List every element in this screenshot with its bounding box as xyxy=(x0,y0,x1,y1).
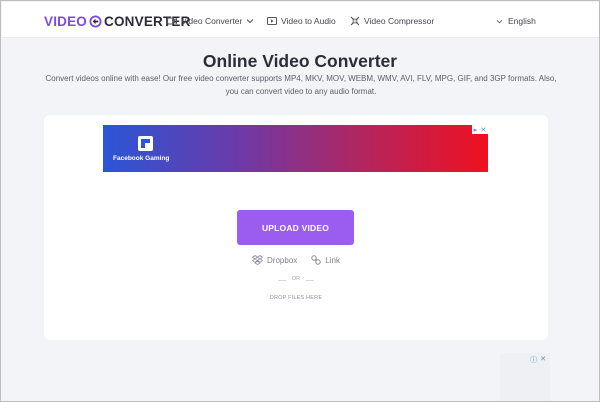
upload-card: Facebook Gaming ▸ ✕ UPLOAD VIDEO Dropbox xyxy=(44,115,548,340)
nav-video-converter[interactable]: Video Converter xyxy=(167,16,258,26)
ad-brand-text: Facebook Gaming xyxy=(113,155,170,162)
or-separator: OR xyxy=(44,276,548,282)
link-source[interactable]: Link xyxy=(311,255,340,265)
nav-video-converter-label: Video Converter xyxy=(181,16,243,26)
page-title: Online Video Converter xyxy=(202,51,398,71)
dropbox-icon xyxy=(252,255,264,265)
link-icon xyxy=(311,255,321,265)
nav-video-to-audio-label: Video to Audio xyxy=(281,16,336,26)
ad-info-icon[interactable]: ⓘ xyxy=(530,355,537,365)
ad-close-icon[interactable]: ✕ xyxy=(540,355,546,365)
language-selector[interactable]: English xyxy=(496,16,536,26)
chevron-down-icon xyxy=(246,19,254,24)
page-subtitle: Convert videos online with ease! Our fre… xyxy=(45,74,557,96)
ad-choices[interactable]: ▸ ✕ xyxy=(472,125,488,134)
site-header: VIDEO CONVERTER Video Converter Video to xyxy=(2,2,599,38)
ad-close-icon[interactable]: ✕ xyxy=(480,126,486,134)
play-icon xyxy=(267,17,277,25)
browser-frame: VIDEO CONVERTER Video Converter Video to xyxy=(0,0,600,402)
ad-banner[interactable]: Facebook Gaming ▸ ✕ xyxy=(103,125,488,172)
nav-video-compressor[interactable]: Video Compressor xyxy=(350,16,434,26)
bottom-ad-choices[interactable]: ⓘ ✕ xyxy=(530,355,546,365)
or-label: OR xyxy=(286,276,306,282)
logo-convert-icon xyxy=(89,14,102,28)
upload-video-button[interactable]: UPLOAD VIDEO xyxy=(237,210,354,245)
bottom-ad-panel[interactable]: ⓘ ✕ xyxy=(500,353,550,401)
logo-text-video: VIDEO xyxy=(44,13,88,29)
language-label: English xyxy=(508,16,536,26)
compress-icon xyxy=(350,16,360,26)
nav-video-to-audio[interactable]: Video to Audio xyxy=(267,16,336,26)
alt-upload-sources: Dropbox Link xyxy=(44,255,548,265)
dropbox-label: Dropbox xyxy=(267,255,298,265)
chevron-down-icon xyxy=(496,19,503,23)
video-camera-icon xyxy=(167,17,177,25)
link-label: Link xyxy=(325,255,340,265)
nav-video-compressor-label: Video Compressor xyxy=(364,16,435,26)
ad-info-icon[interactable]: ▸ xyxy=(474,126,478,134)
facebook-gaming-logo-icon xyxy=(138,136,153,151)
dropbox-source[interactable]: Dropbox xyxy=(252,255,297,265)
drop-zone-label: DROP FILES HERE xyxy=(269,295,323,301)
